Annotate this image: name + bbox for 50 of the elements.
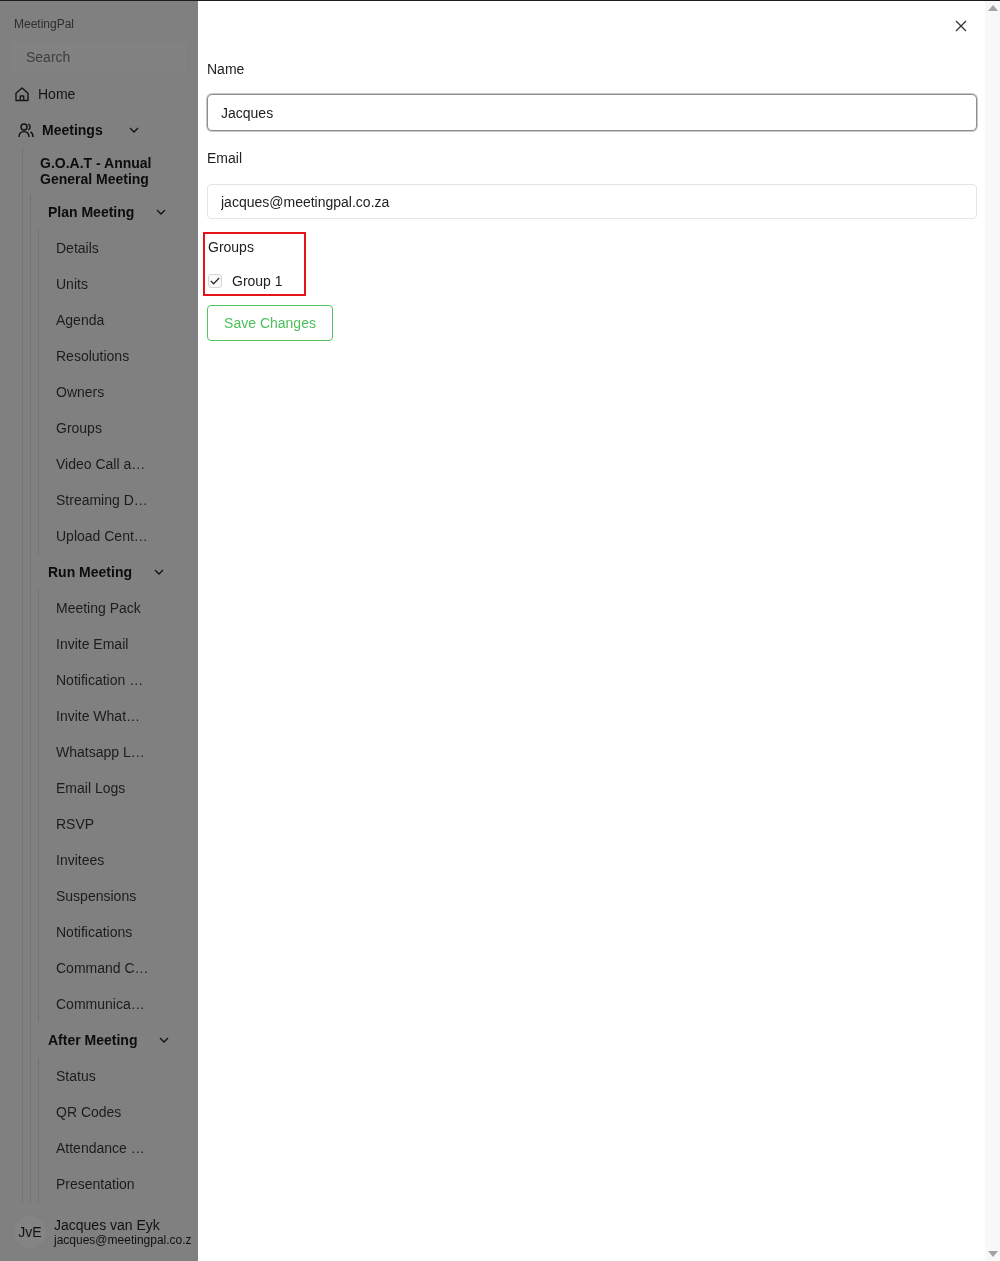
checkbox[interactable] xyxy=(208,274,222,288)
nav-item[interactable]: Agenda xyxy=(56,302,105,338)
nav-item[interactable]: Invite Email xyxy=(56,626,129,662)
nav-item[interactable]: Meeting Pack xyxy=(56,590,141,626)
field-label: Email xyxy=(207,149,242,168)
nav-link[interactable]: Home xyxy=(0,76,76,112)
nav-item[interactable]: Owners xyxy=(56,374,105,410)
nav-item[interactable]: Whatsapp L… xyxy=(56,734,145,770)
checkbox-label[interactable]: Group 1 xyxy=(232,273,283,289)
nav-item[interactable]: Command C… xyxy=(56,950,149,986)
save-button[interactable]: Save Changes xyxy=(207,305,333,341)
text-input[interactable]: jacques@meetingpal.co.za xyxy=(207,184,977,219)
app-name: MeetingPal xyxy=(13,16,76,32)
scroll-down-arrow-icon[interactable] xyxy=(987,1251,998,1257)
nav-item[interactable]: Notifications xyxy=(56,914,133,950)
field-label: Groups xyxy=(208,238,254,257)
nav-item[interactable]: Upload Cent… xyxy=(56,518,148,554)
nav-section-toggle[interactable]: After Meeting xyxy=(48,1022,170,1058)
nav-item[interactable]: Details xyxy=(56,230,99,266)
nav-item[interactable]: Invite What… xyxy=(56,698,141,734)
nav-group-toggle[interactable]: Meetings xyxy=(0,112,139,148)
field-label: Name xyxy=(207,60,245,79)
scrollbar[interactable] xyxy=(985,1,1000,1261)
meeting-title[interactable]: G.O.A.T - Annual General Meeting xyxy=(40,148,180,194)
nav-item[interactable]: QR Codes xyxy=(56,1094,122,1130)
scroll-up-arrow-icon[interactable] xyxy=(987,5,998,11)
nav-item[interactable]: Resolutions xyxy=(56,338,130,374)
nav-item[interactable]: RSVP xyxy=(56,806,95,842)
nav-item[interactable]: Presentation xyxy=(56,1166,135,1202)
nav-item[interactable]: Invitees xyxy=(56,842,105,878)
nav-item[interactable]: Attendance … xyxy=(56,1130,145,1166)
nav-item[interactable]: Suspensions xyxy=(56,878,137,914)
close-icon[interactable] xyxy=(955,20,967,32)
nav-item[interactable]: Streaming D… xyxy=(56,482,148,518)
home-icon xyxy=(14,86,30,102)
nav-item[interactable]: Units xyxy=(56,266,88,302)
text-input[interactable]: Jacques xyxy=(207,94,977,131)
nav-item[interactable]: Communica… xyxy=(56,986,145,1022)
people-icon xyxy=(18,122,34,138)
nav-item[interactable]: Notification … xyxy=(56,662,144,698)
nav-item[interactable]: Video Call a… xyxy=(56,446,146,482)
nav-item[interactable]: Status xyxy=(56,1058,96,1094)
nav-section-toggle[interactable]: Run Meeting xyxy=(48,554,164,590)
checkmark-icon xyxy=(210,277,220,285)
nav-item[interactable]: Groups xyxy=(56,410,102,446)
nav-section-toggle[interactable]: Plan Meeting xyxy=(48,194,167,230)
user-email: jacques@meetingpal.co.z xyxy=(54,1233,192,1247)
user-name: Jacques van Eyk xyxy=(54,1217,160,1233)
user-avatar: JvE xyxy=(14,1216,46,1248)
nav-item[interactable]: Email Logs xyxy=(56,770,126,806)
